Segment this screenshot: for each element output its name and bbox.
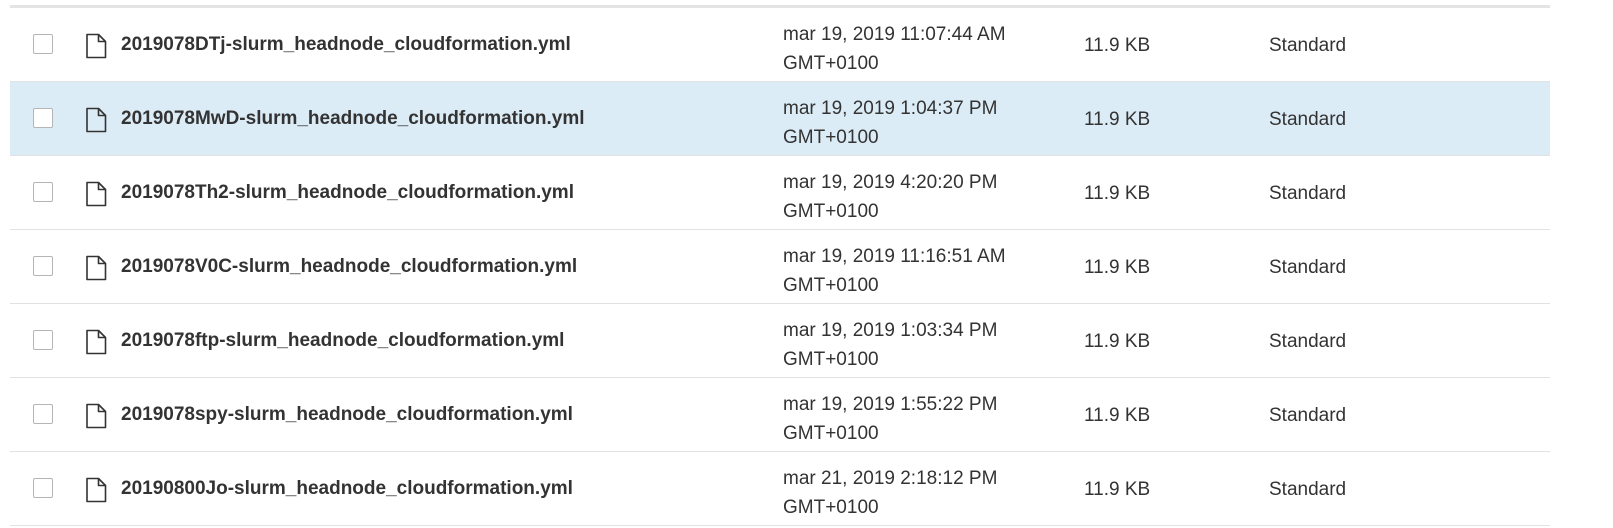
file-size: 11.9 KB — [1084, 257, 1151, 278]
table-row[interactable]: 2019078MwD-slurm_headnode_cloudformation… — [10, 82, 1550, 156]
file-size: 11.9 KB — [1084, 331, 1151, 352]
file-size: 11.9 KB — [1084, 479, 1151, 500]
row-checkbox[interactable] — [33, 330, 53, 350]
file-icon — [85, 107, 107, 133]
file-name-link[interactable]: 2019078DTj-slurm_headnode_cloudformation… — [121, 34, 571, 56]
table-row[interactable]: 2019078ftp-slurm_headnode_cloudformation… — [10, 304, 1550, 378]
file-size: 11.9 KB — [1084, 35, 1151, 56]
file-name-link[interactable]: 2019078spy-slurm_headnode_cloudformation… — [121, 404, 573, 426]
last-modified: mar 19, 2019 1:04:37 PM GMT+0100 — [783, 94, 997, 152]
last-modified: mar 19, 2019 1:55:22 PM GMT+0100 — [783, 390, 997, 448]
file-size: 11.9 KB — [1084, 109, 1151, 130]
file-size: 11.9 KB — [1084, 183, 1151, 204]
row-checkbox[interactable] — [33, 34, 53, 54]
last-modified: mar 21, 2019 2:18:12 PM GMT+0100 — [783, 464, 997, 522]
last-modified-date: mar 21, 2019 2:18:12 PM — [783, 468, 998, 489]
file-icon — [85, 181, 107, 207]
last-modified: mar 19, 2019 11:07:44 AM GMT+0100 — [783, 20, 1006, 78]
table-row[interactable]: 2019078V0C-slurm_headnode_cloudformation… — [10, 230, 1550, 304]
file-size: 11.9 KB — [1084, 405, 1151, 426]
last-modified-timezone: GMT+0100 — [783, 423, 879, 444]
file-name-link[interactable]: 20190800Jo-slurm_headnode_cloudformation… — [121, 478, 573, 500]
last-modified-date: mar 19, 2019 11:07:44 AM — [783, 24, 1006, 45]
storage-class: Standard — [1269, 109, 1347, 130]
file-icon — [85, 329, 107, 355]
last-modified-timezone: GMT+0100 — [783, 349, 879, 370]
last-modified: mar 19, 2019 4:20:20 PM GMT+0100 — [783, 168, 997, 226]
last-modified-date: mar 19, 2019 4:20:20 PM — [783, 172, 998, 193]
last-modified-date: mar 19, 2019 1:55:22 PM — [783, 394, 998, 415]
last-modified: mar 19, 2019 1:03:34 PM GMT+0100 — [783, 316, 997, 374]
last-modified-timezone: GMT+0100 — [783, 497, 879, 518]
file-name-link[interactable]: 2019078Th2-slurm_headnode_cloudformation… — [121, 182, 574, 204]
row-checkbox[interactable] — [33, 108, 53, 128]
last-modified-timezone: GMT+0100 — [783, 275, 879, 296]
file-icon — [85, 33, 107, 59]
last-modified-timezone: GMT+0100 — [783, 201, 879, 222]
file-table: 2019078DTj-slurm_headnode_cloudformation… — [10, 0, 1550, 528]
row-checkbox[interactable] — [33, 478, 53, 498]
file-icon — [85, 255, 107, 281]
last-modified-timezone: GMT+0100 — [783, 53, 879, 74]
file-list: 2019078DTj-slurm_headnode_cloudformation… — [10, 8, 1550, 526]
storage-class: Standard — [1269, 405, 1347, 426]
file-name-link[interactable]: 2019078MwD-slurm_headnode_cloudformation… — [121, 108, 585, 130]
file-icon — [85, 403, 107, 429]
row-checkbox[interactable] — [33, 182, 53, 202]
table-row[interactable]: 2019078spy-slurm_headnode_cloudformation… — [10, 378, 1550, 452]
row-checkbox[interactable] — [33, 404, 53, 424]
file-icon — [85, 477, 107, 503]
row-checkbox[interactable] — [33, 256, 53, 276]
last-modified-timezone: GMT+0100 — [783, 127, 879, 148]
file-name-link[interactable]: 2019078V0C-slurm_headnode_cloudformation… — [121, 256, 577, 278]
file-name-link[interactable]: 2019078ftp-slurm_headnode_cloudformation… — [121, 330, 564, 352]
last-modified-date: mar 19, 2019 1:03:34 PM — [783, 320, 998, 341]
table-row[interactable]: 2019078Th2-slurm_headnode_cloudformation… — [10, 156, 1550, 230]
last-modified: mar 19, 2019 11:16:51 AM GMT+0100 — [783, 242, 1006, 300]
table-row[interactable]: 20190800Jo-slurm_headnode_cloudformation… — [10, 452, 1550, 526]
storage-class: Standard — [1269, 331, 1347, 352]
last-modified-date: mar 19, 2019 1:04:37 PM — [783, 98, 998, 119]
storage-class: Standard — [1269, 479, 1347, 500]
storage-class: Standard — [1269, 257, 1347, 278]
storage-class: Standard — [1269, 183, 1347, 204]
storage-class: Standard — [1269, 35, 1347, 56]
table-row[interactable]: 2019078DTj-slurm_headnode_cloudformation… — [10, 8, 1550, 82]
last-modified-date: mar 19, 2019 11:16:51 AM — [783, 246, 1006, 267]
